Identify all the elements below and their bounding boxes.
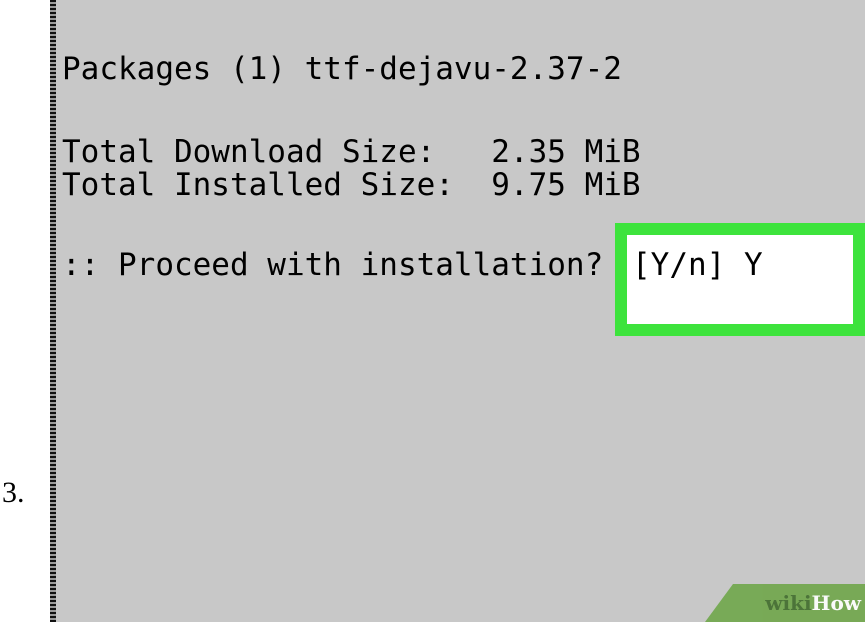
download-size-line: Total Download Size: 2.35 MiB (62, 134, 641, 170)
watermark-wiki: wiki (765, 591, 812, 615)
installed-size-line: Total Installed Size: 9.75 MiB (62, 167, 641, 203)
terminal-window[interactable]: Packages (1) ttf-dejavu-2.37-2 Total Dow… (50, 0, 865, 622)
proceed-prompt: :: Proceed with installation? (62, 247, 622, 283)
watermark-how: How (811, 591, 861, 615)
wikihow-watermark: wikiHow (705, 584, 865, 622)
proceed-answer[interactable]: [Y/n] Y (632, 248, 763, 282)
step-number: 3. (2, 476, 25, 509)
terminal-border (50, 0, 56, 622)
packages-line: Packages (1) ttf-dejavu-2.37-2 (62, 51, 622, 87)
